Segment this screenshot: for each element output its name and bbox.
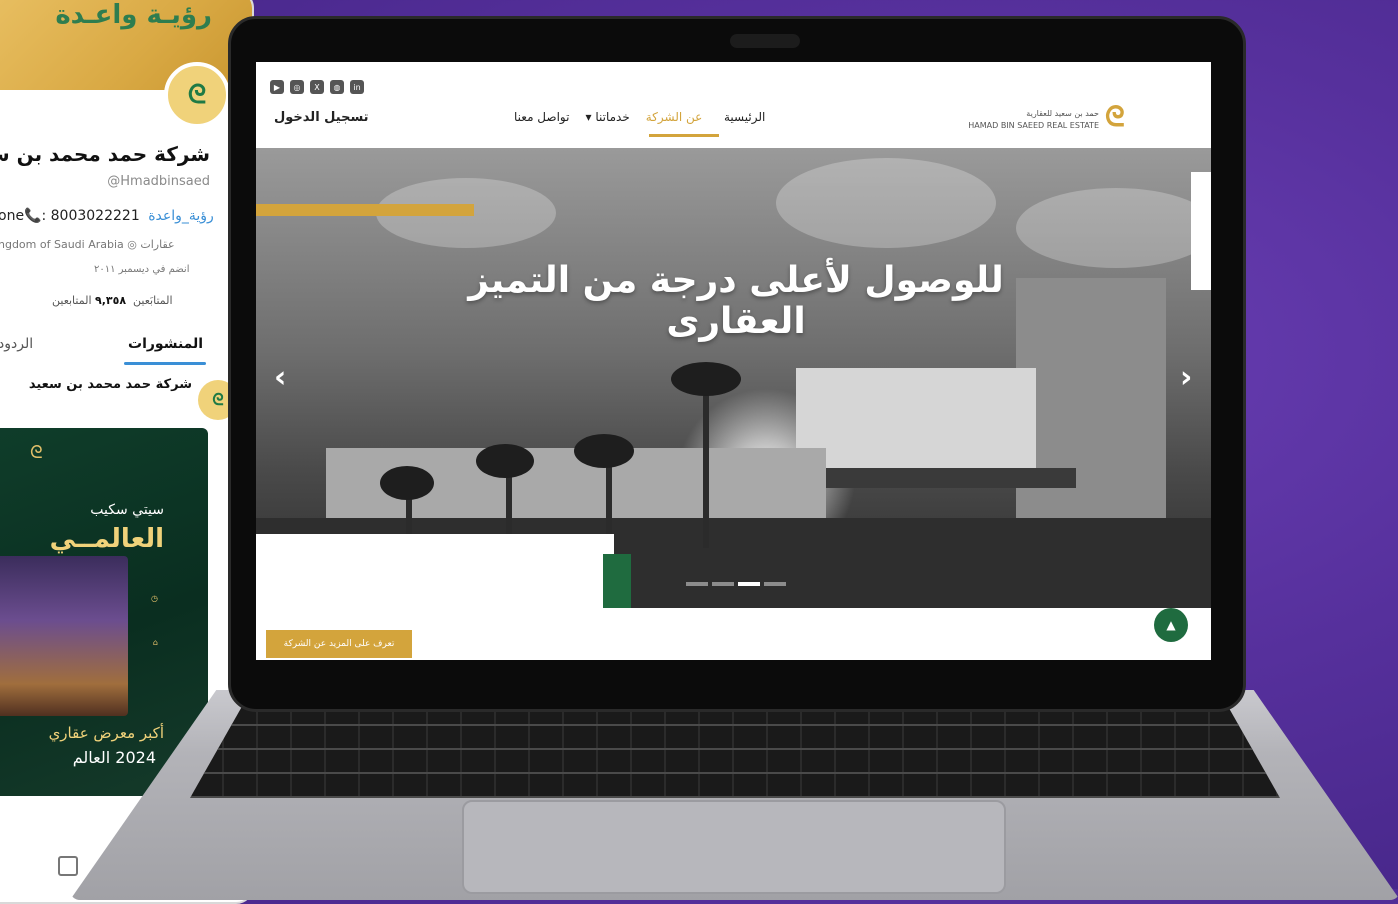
social-links: ▶ ◎ X ◍ in: [270, 80, 364, 94]
palm-tree: [671, 362, 741, 396]
building-canopy: [796, 468, 1076, 488]
next-slide-arrow-icon[interactable]: ›: [1180, 360, 1192, 395]
login-link[interactable]: تسجيل الدخول: [274, 110, 369, 125]
slider-dot[interactable]: [712, 582, 734, 586]
nav-home[interactable]: الرئيسية: [724, 110, 765, 124]
palm-tree: [476, 444, 534, 478]
palm-tree: [574, 434, 634, 468]
laptop-trackpad: [462, 800, 1006, 894]
cloud: [1016, 188, 1211, 268]
tab-replies[interactable]: الردود: [0, 336, 33, 352]
message-icon[interactable]: [58, 856, 78, 876]
hero-green-accent: [603, 554, 631, 608]
profile-tabs: المنشورات الردود: [0, 328, 252, 368]
slider-dots: [686, 582, 786, 586]
following-label[interactable]: المتابَعين: [133, 294, 173, 307]
location-icon: ⌂: [152, 638, 158, 647]
post-title: العالمــي: [49, 524, 164, 554]
hero-accent-bar: [256, 204, 474, 216]
brand-name-en: HAMAD BIN SAEED REAL ESTATE: [968, 121, 1099, 130]
brand-name-ar: حمد بن سعيد للعقارية: [1026, 109, 1099, 118]
profile-phone: one📞: 8003022221 رؤية_واعدة: [0, 208, 214, 224]
hero-slider: للوصول لأعلى درجة من التميز العقارى ‹ ›: [256, 148, 1211, 608]
nav-active-underline: [649, 134, 719, 137]
post-image[interactable]: ᘓ سيتي سكيب العالمــي ◷ ⌂ أكبر معرض عقار…: [0, 428, 208, 796]
palm-tree: [380, 466, 434, 500]
post-expo-line2: 2024 العالم: [72, 748, 156, 767]
snapchat-icon[interactable]: ◍: [330, 80, 344, 94]
prev-slide-arrow-icon[interactable]: ‹: [274, 360, 286, 395]
profile-name: شركة حمد محمد بن سعيد: [0, 142, 210, 166]
profile-joined: انضم في ديسمبر ٢٠١١: [94, 264, 190, 275]
slider-dot-active[interactable]: [738, 582, 760, 586]
profile-location: ngdom of Saudi Arabia ◎ عقارات: [0, 238, 175, 251]
youtube-icon[interactable]: ▶: [270, 80, 284, 94]
slider-dot[interactable]: [764, 582, 786, 586]
laptop-screen: ▶ ◎ X ◍ in تسجيل الدخول عن الشركة خدماتن…: [256, 62, 1211, 660]
slider-dot[interactable]: [686, 582, 708, 586]
event-photo: [0, 556, 128, 716]
hashtag-link[interactable]: رؤية_واعدة: [148, 208, 214, 224]
profile-follow-stats: المتابَعين ٩,٣٥٨ المتابعين: [52, 294, 173, 307]
nav-contact[interactable]: تواصل معنا: [514, 110, 569, 124]
instagram-icon[interactable]: ◎: [290, 80, 304, 94]
active-tab-indicator: [124, 362, 206, 365]
profile-handle: @Hmadbinsaed: [107, 174, 210, 189]
calendar-icon: ◷: [151, 594, 158, 603]
post-subtitle: سيتي سكيب: [90, 502, 164, 518]
scroll-top-icon[interactable]: ▲: [1154, 608, 1188, 642]
laptop-keyboard: [190, 702, 1280, 798]
profile-avatar[interactable]: ᘓ: [164, 62, 230, 128]
webcam-notch: [730, 34, 800, 48]
main-nav: عن الشركة خدماتنا ▾ تواصل معنا: [514, 110, 702, 124]
brand-name[interactable]: حمد بن سعيد للعقارية HAMAD BIN SAEED REA…: [968, 108, 1099, 132]
x-icon[interactable]: X: [310, 80, 324, 94]
nav-services-label: خدماتنا: [595, 110, 630, 124]
site-header: ▶ ◎ X ◍ in تسجيل الدخول عن الشركة خدماتن…: [256, 62, 1211, 146]
followers-label[interactable]: المتابعين: [52, 294, 92, 307]
brand-logo-icon: ᘓ: [30, 442, 43, 463]
cloud: [776, 158, 996, 248]
nav-about[interactable]: عن الشركة: [646, 110, 703, 124]
hero-title: للوصول لأعلى درجة من التميز العقارى: [468, 260, 1004, 342]
hero-info-card: [256, 534, 614, 608]
post-author-name[interactable]: شركة حمد محمد بن سعيد: [29, 377, 192, 392]
cta-button[interactable]: تعرف على المزيد عن الشركة: [266, 630, 412, 658]
chevron-down-icon: ▾: [585, 110, 592, 124]
palm-tree: [703, 378, 709, 548]
linkedin-icon[interactable]: in: [350, 80, 364, 94]
followers-count: ٩,٣٥٨: [95, 294, 127, 307]
post-expo-line1: أكبر معرض عقاري: [48, 724, 164, 742]
brand-logo-icon[interactable]: ᘓ: [1105, 100, 1141, 136]
side-panel-tab[interactable]: [1191, 172, 1211, 290]
cover-text: رؤيـة واعـدة: [55, 0, 212, 30]
tab-posts[interactable]: المنشورات: [128, 336, 203, 352]
nav-services[interactable]: خدماتنا ▾: [585, 110, 629, 124]
phone-number: one📞: 8003022221: [0, 208, 140, 224]
